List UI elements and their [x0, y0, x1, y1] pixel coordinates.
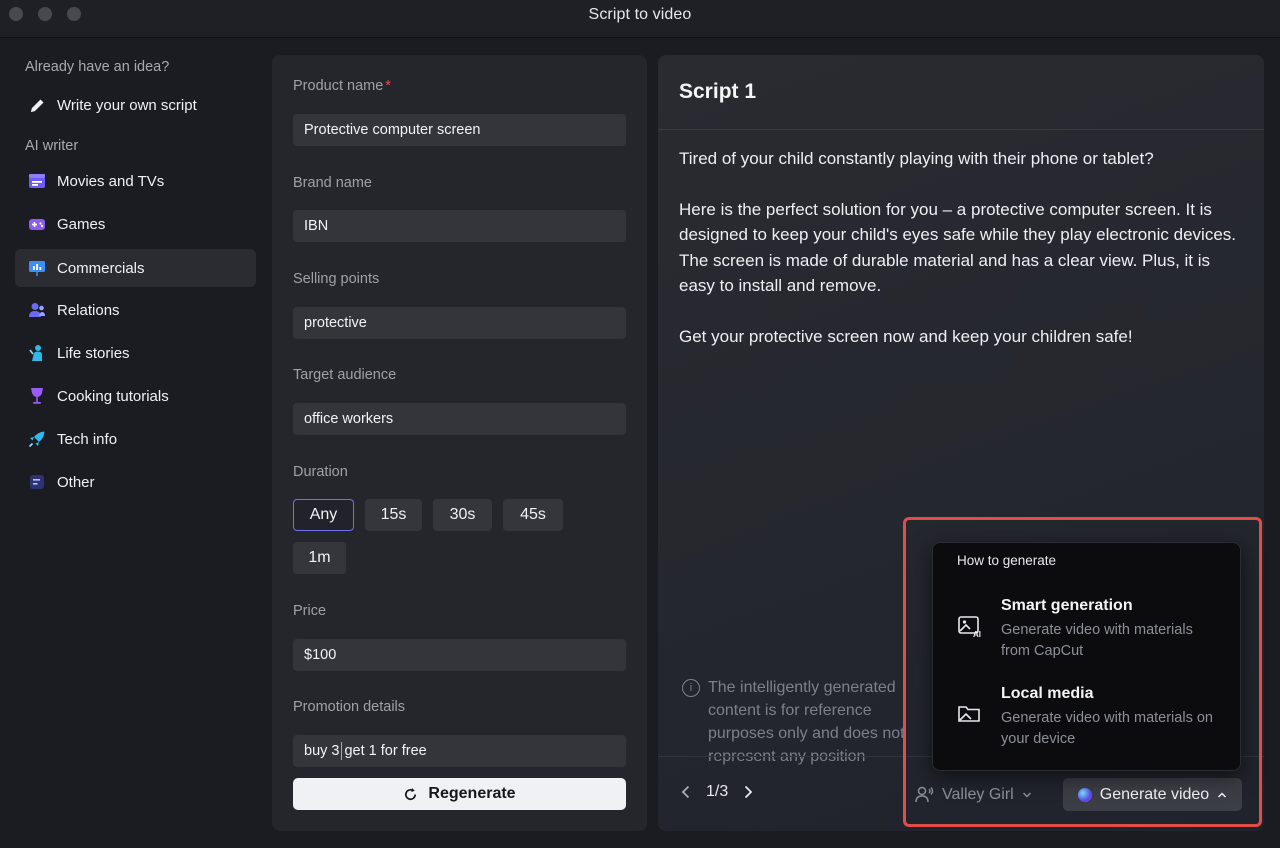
- sidebar-item-tech-info[interactable]: Tech info: [15, 420, 256, 458]
- ai-image-icon: AI: [957, 613, 983, 639]
- menu-title: How to generate: [957, 553, 1057, 568]
- script-pager: 1/3: [680, 783, 754, 801]
- selling-points-input[interactable]: protective: [293, 307, 626, 339]
- price-label: Price: [293, 603, 327, 619]
- promotion-details-input[interactable]: buy 3 get 1 for free: [293, 735, 626, 767]
- product-name-label: Product name *: [293, 78, 391, 94]
- chevron-up-icon: [1218, 791, 1227, 798]
- script-paragraph: Here is the perfect solution for you – a…: [679, 199, 1236, 296]
- sidebar-item-games[interactable]: Games: [15, 205, 256, 243]
- script-paragraph: Get your protective screen now and keep …: [679, 326, 1133, 346]
- text-caret: [341, 742, 343, 760]
- duration-label: Duration: [293, 464, 348, 480]
- sidebar-item-label: Tech info: [57, 430, 118, 448]
- chevron-down-icon: [1022, 791, 1031, 798]
- duration-1m-chip[interactable]: 1m: [293, 542, 346, 574]
- chevron-right-icon[interactable]: [742, 785, 754, 799]
- svg-text:AI: AI: [973, 630, 981, 639]
- voice-person-icon: [915, 786, 934, 802]
- how-to-generate-menu: How to generate AI Smart generation Gene…: [932, 542, 1241, 771]
- chevron-left-icon[interactable]: [680, 785, 692, 799]
- option-description: Generate video with materials on your de…: [1001, 710, 1213, 747]
- duration-any-chip[interactable]: Any: [293, 499, 354, 531]
- duration-45s-chip[interactable]: 45s: [503, 499, 563, 531]
- required-mark: *: [385, 78, 391, 94]
- refresh-icon: [405, 787, 417, 800]
- info-icon: i: [682, 679, 700, 697]
- voice-selector[interactable]: Valley Girl: [906, 778, 1040, 811]
- divider: [658, 129, 1264, 130]
- write-own-script-label: Write your own script: [57, 96, 197, 114]
- option-description: Generate video with materials from CapCu…: [1001, 622, 1193, 659]
- folder-media-icon: [957, 701, 983, 727]
- script-form-panel: Product name * Protective computer screen…: [272, 55, 647, 831]
- sidebar-heading-ai: AI writer: [25, 138, 79, 154]
- sidebar-item-label: Games: [57, 215, 106, 233]
- sidebar-item-life-stories[interactable]: Life stories: [15, 334, 256, 372]
- sidebar-item-commercials[interactable]: Commercials: [15, 249, 256, 287]
- pencil-icon: [28, 96, 46, 114]
- sidebar-item-label: Commercials: [57, 259, 145, 277]
- sidebar-item-other[interactable]: Other: [15, 463, 256, 501]
- regenerate-button[interactable]: Regenerate: [293, 778, 626, 810]
- gamepad-icon: [28, 215, 46, 233]
- duration-30s-chip[interactable]: 30s: [433, 499, 492, 531]
- sidebar: Already have an idea? Write your own scr…: [0, 38, 268, 848]
- sidebar-item-label: Life stories: [57, 344, 130, 362]
- write-own-script-item[interactable]: Write your own script: [15, 86, 256, 124]
- sidebar-item-label: Other: [57, 473, 95, 491]
- script-paragraph: Tired of your child constantly playing w…: [679, 149, 1154, 168]
- wine-glass-icon: [28, 387, 46, 405]
- sidebar-item-label: Relations: [57, 301, 120, 319]
- script-text[interactable]: Tired of your child constantly playing w…: [679, 146, 1239, 374]
- selling-points-label: Selling points: [293, 271, 380, 287]
- sidebar-item-movies[interactable]: Movies and TVs: [15, 162, 256, 200]
- sidebar-item-label: Cooking tutorials: [57, 387, 169, 405]
- option-title: Smart generation: [1001, 597, 1133, 614]
- generate-orb-icon: [1077, 787, 1092, 802]
- presentation-icon: [28, 259, 46, 277]
- generate-video-button[interactable]: Generate video: [1063, 778, 1242, 811]
- brand-name-input[interactable]: IBN: [293, 210, 626, 242]
- rocket-icon: [28, 430, 46, 448]
- clapperboard-icon: [28, 172, 46, 190]
- sidebar-item-relations[interactable]: Relations: [15, 291, 256, 329]
- option-title: Local media: [1001, 685, 1094, 702]
- promotion-details-label: Promotion details: [293, 699, 406, 715]
- people-icon: [28, 301, 46, 319]
- local-media-option[interactable]: Local media Generate video with material…: [957, 685, 1227, 750]
- sidebar-heading-idea: Already have an idea?: [25, 59, 170, 75]
- window-title: Script to video: [588, 6, 692, 23]
- target-audience-label: Target audience: [293, 367, 397, 383]
- price-input[interactable]: $100: [293, 639, 626, 671]
- title-bar: Script to video: [0, 0, 1280, 38]
- page-indicator: 1/3: [706, 783, 729, 800]
- document-icon: [28, 473, 46, 491]
- brand-name-label: Brand name: [293, 175, 372, 191]
- product-name-input[interactable]: Protective computer screen: [293, 114, 626, 146]
- sidebar-item-cooking[interactable]: Cooking tutorials: [15, 377, 256, 415]
- person-icon: [28, 344, 46, 362]
- ai-content-notice: i The intelligently generated content is…: [682, 676, 922, 768]
- smart-generation-option[interactable]: AI Smart generation Generate video with …: [957, 597, 1227, 662]
- sidebar-item-label: Movies and TVs: [57, 172, 165, 190]
- voice-name: Valley Girl: [942, 785, 1014, 803]
- duration-15s-chip[interactable]: 15s: [365, 499, 422, 531]
- script-title: Script 1: [679, 80, 757, 103]
- target-audience-input[interactable]: office workers: [293, 403, 626, 435]
